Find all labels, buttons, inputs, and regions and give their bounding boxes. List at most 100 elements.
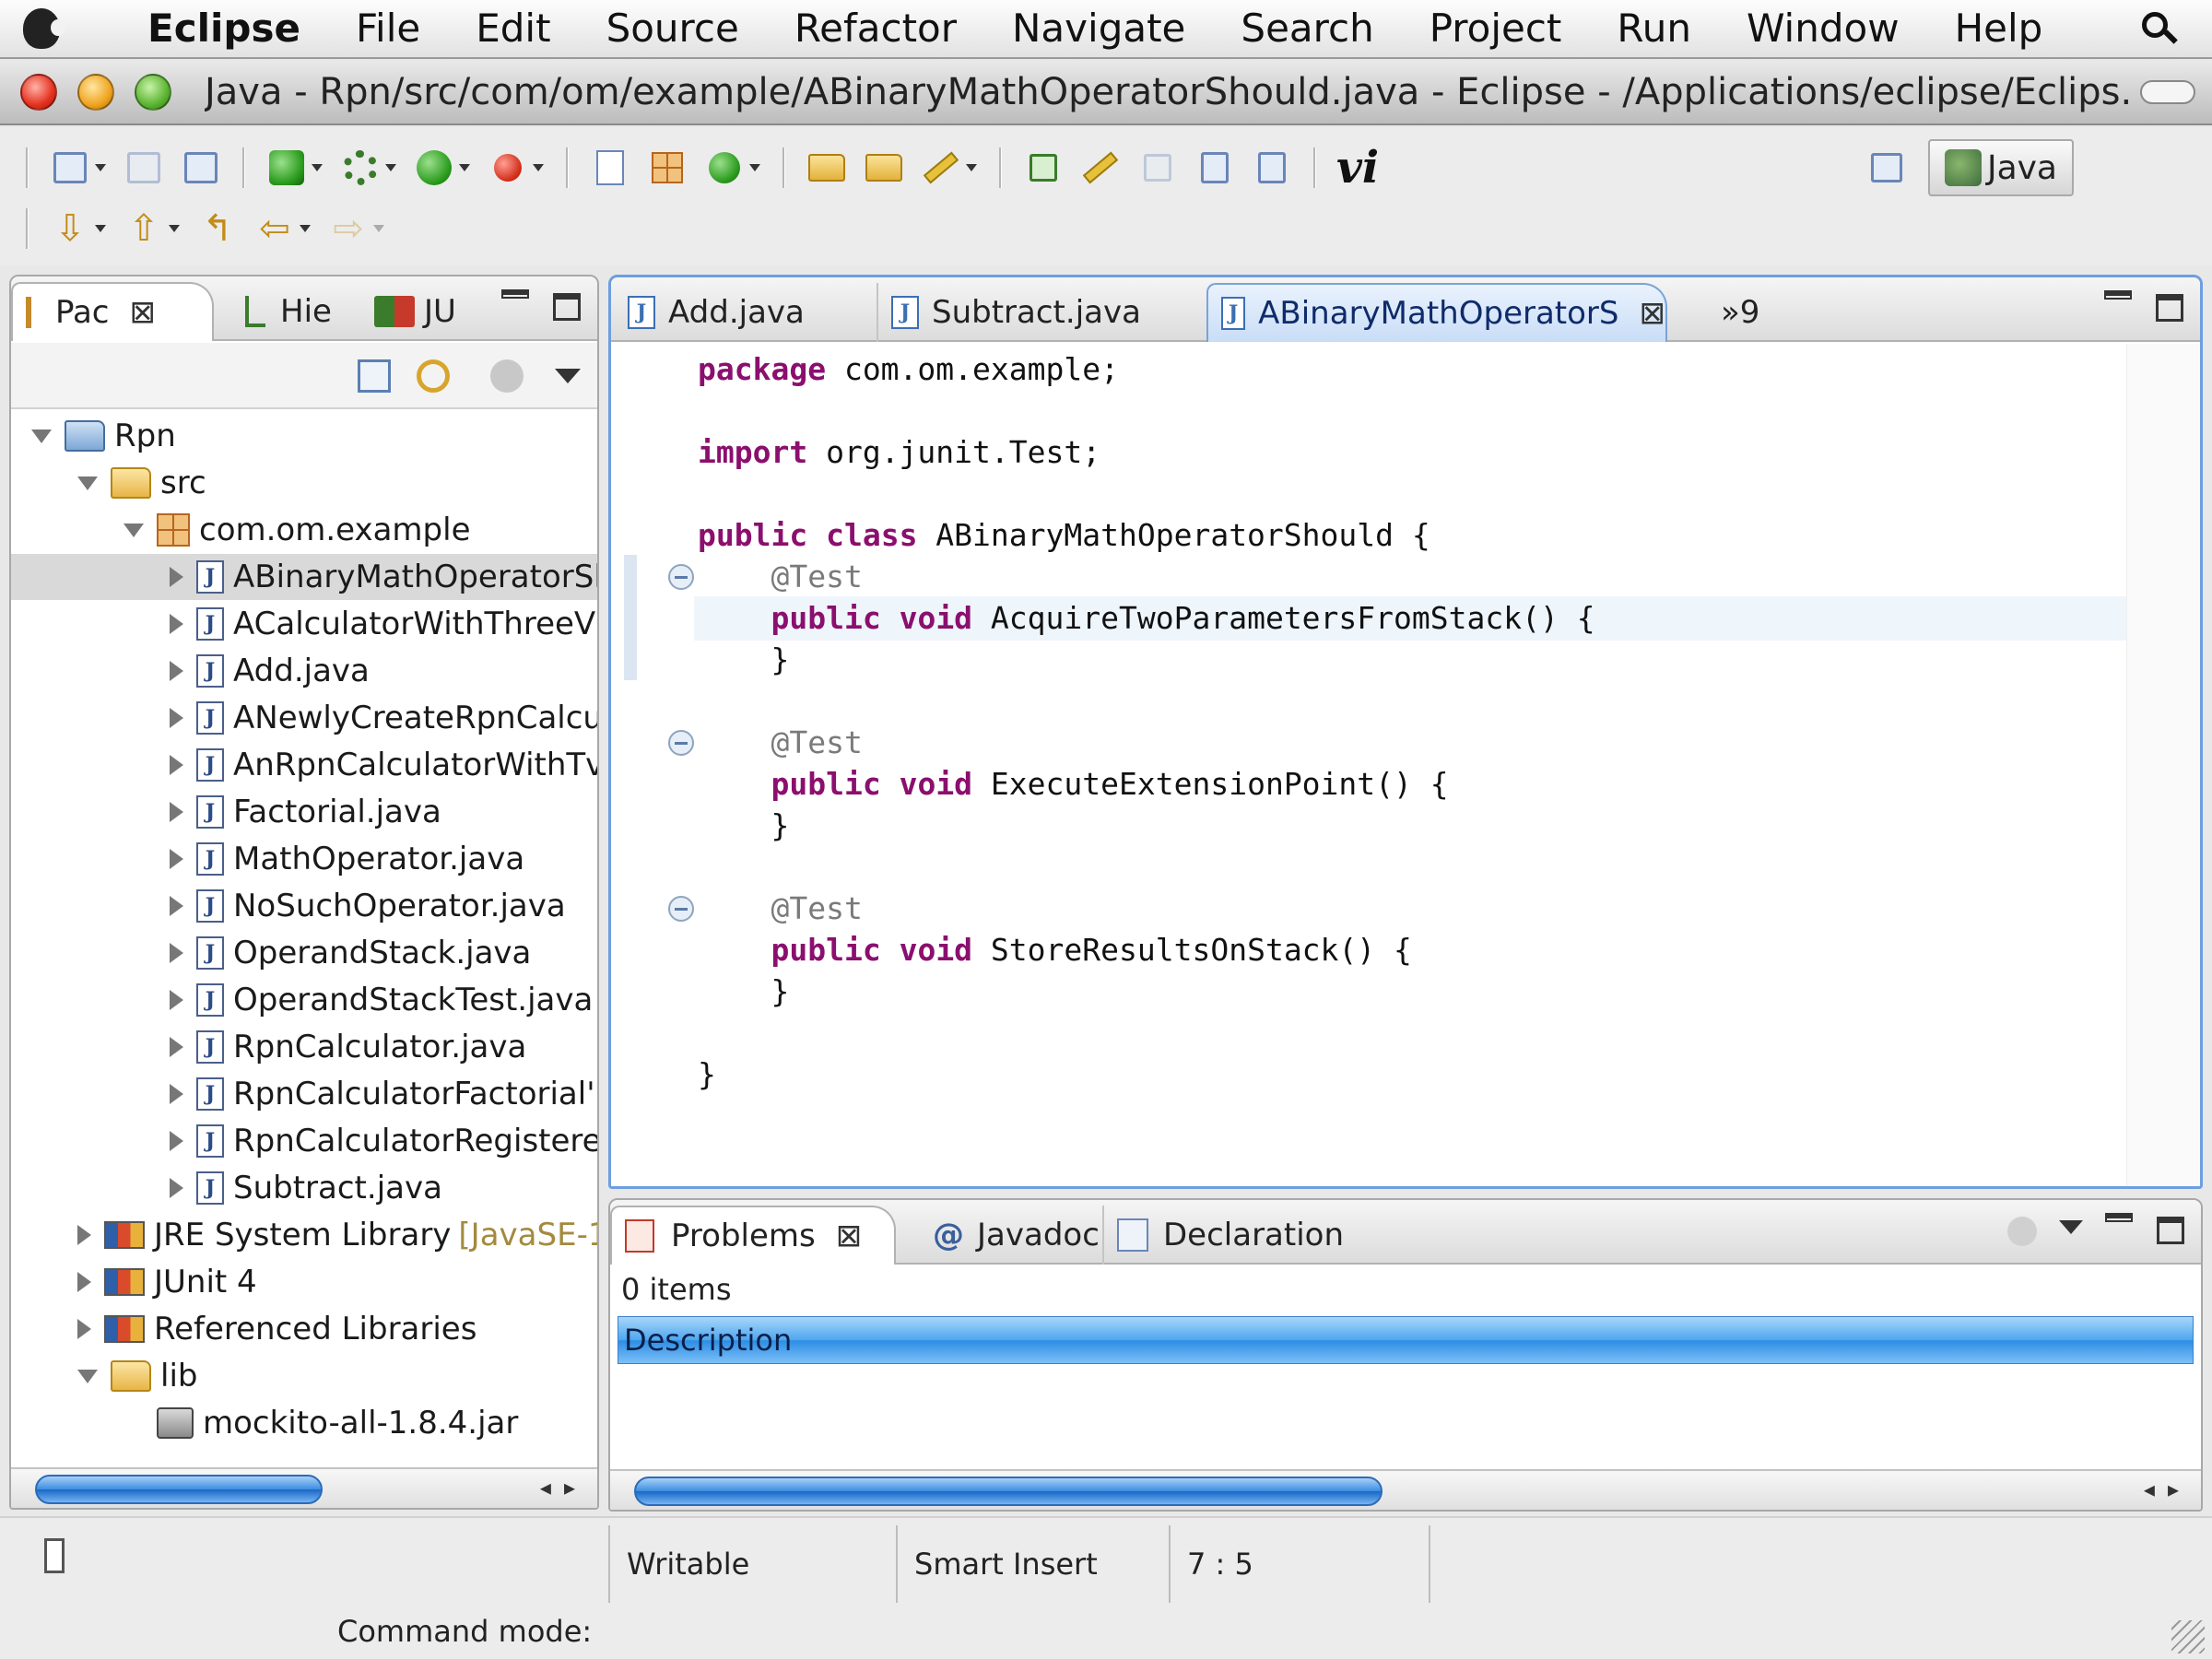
close-icon[interactable]: ⊠: [1640, 295, 1666, 332]
editor-overview-ruler[interactable]: [2126, 344, 2200, 1186]
back-dropdown-arrow[interactable]: [300, 225, 311, 232]
window-zoom-button[interactable]: [135, 74, 171, 111]
back-button[interactable]: ⇦: [252, 206, 298, 252]
menu-file[interactable]: File: [328, 0, 448, 58]
next-annotation-button[interactable]: ⇩: [47, 206, 93, 252]
search-dropdown-arrow[interactable]: [966, 164, 977, 171]
tab-declaration[interactable]: Declaration: [1102, 1206, 1344, 1265]
menu-search[interactable]: Search: [1213, 0, 1401, 58]
collapse-all-icon[interactable]: [358, 359, 391, 393]
tree-item[interactable]: J AnRpnCalculatorWithTv: [11, 742, 597, 788]
minimize-view-icon[interactable]: [501, 289, 529, 299]
problems-horizontal-scrollbar[interactable]: ◂▸: [610, 1469, 2201, 1510]
run-dropdown-arrow[interactable]: [459, 164, 470, 171]
close-icon[interactable]: ⊠: [836, 1218, 863, 1254]
tree-item[interactable]: JUnit 4: [11, 1259, 597, 1305]
collapsed-twisty-icon[interactable]: [170, 1131, 183, 1151]
spotlight-search-icon[interactable]: [2140, 10, 2178, 47]
window-resize-grip[interactable]: [2171, 1620, 2205, 1653]
maximize-editor-icon[interactable]: [2156, 294, 2183, 322]
tree-item[interactable]: J NoSuchOperator.java: [11, 883, 597, 929]
scroll-arrow-icons[interactable]: ◂▸: [2144, 1477, 2192, 1502]
external-tools-dropdown-arrow[interactable]: [533, 164, 544, 171]
expanded-twisty-icon[interactable]: [124, 523, 144, 537]
collapsed-twisty-icon[interactable]: [170, 755, 183, 775]
close-icon[interactable]: ⊠: [130, 294, 157, 331]
tab-add-java[interactable]: J Add.java: [615, 283, 869, 342]
tree-item[interactable]: J RpnCalculatorFactorial': [11, 1071, 597, 1117]
minimize-view-icon[interactable]: [2105, 1213, 2133, 1222]
collapsed-twisty-icon[interactable]: [170, 802, 183, 822]
menu-run[interactable]: Run: [1589, 0, 1719, 58]
menu-refactor[interactable]: Refactor: [767, 0, 984, 58]
tree-item[interactable]: com.om.example: [11, 507, 597, 553]
maximize-view-icon[interactable]: [553, 293, 581, 321]
tree-item[interactable]: J MathOperator.java: [11, 836, 597, 882]
editor-vertical-ruler[interactable]: [611, 344, 694, 1186]
coverage-dropdown-arrow[interactable]: [312, 164, 323, 171]
tree-item[interactable]: lib: [11, 1353, 597, 1399]
perspective-java-button[interactable]: Java: [1927, 139, 2074, 196]
vi-mode-button[interactable]: vi: [1335, 142, 1381, 194]
fold-collapse-icon[interactable]: [668, 564, 694, 590]
new-java-class-button[interactable]: [701, 145, 747, 191]
toggle-highlight-button[interactable]: [1077, 145, 1124, 191]
tab-package-explorer[interactable]: Pac ⊠: [11, 282, 214, 341]
search-button[interactable]: [918, 145, 964, 191]
scrollbar-thumb[interactable]: [35, 1475, 323, 1504]
tree-item[interactable]: J ACalculatorWithThreeV: [11, 601, 597, 647]
tab-abinarymathoperatorshould-java[interactable]: J ABinaryMathOperatorS ⊠: [1206, 283, 1667, 342]
menu-app-eclipse[interactable]: Eclipse: [83, 0, 328, 58]
collapsed-twisty-icon[interactable]: [170, 708, 183, 728]
minimize-editor-icon[interactable]: [2104, 290, 2132, 300]
new-java-package-button[interactable]: [644, 145, 690, 191]
tree-item[interactable]: J RpnCalculatorRegistere: [11, 1118, 597, 1164]
focus-task-icon[interactable]: [2007, 1217, 2037, 1246]
collapsed-twisty-icon[interactable]: [77, 1319, 91, 1339]
tab-problems[interactable]: Problems ⊠: [610, 1206, 896, 1265]
expanded-twisty-icon[interactable]: [77, 1369, 98, 1383]
apple-menu-icon[interactable]: [0, 0, 83, 58]
collapsed-twisty-icon[interactable]: [170, 943, 183, 963]
show-whitespace-button[interactable]: [1192, 145, 1238, 191]
tree-item[interactable]: J OperandStack.java: [11, 930, 597, 976]
forward-button[interactable]: ⇨: [325, 206, 371, 252]
tree-item[interactable]: JRE System Library[JavaSE-1.: [11, 1212, 597, 1258]
link-with-editor-icon[interactable]: [417, 359, 450, 393]
tree-item[interactable]: J ABinaryMathOperatorSl: [11, 554, 597, 600]
menu-source[interactable]: Source: [579, 0, 767, 58]
tree-item[interactable]: J Add.java: [11, 648, 597, 694]
toggle-block-selection-button[interactable]: [1135, 145, 1181, 191]
collapsed-twisty-icon[interactable]: [170, 896, 183, 916]
debug-button[interactable]: [337, 145, 383, 191]
menu-navigate[interactable]: Navigate: [984, 0, 1213, 58]
collapsed-twisty-icon[interactable]: [170, 1037, 183, 1057]
tab-hierarchy[interactable]: Hie: [232, 282, 332, 341]
new-class-dropdown-arrow[interactable]: [749, 164, 760, 171]
window-close-button[interactable]: [20, 74, 57, 111]
open-resource-button[interactable]: [861, 145, 907, 191]
collapsed-twisty-icon[interactable]: [170, 1084, 183, 1104]
focus-task-icon[interactable]: [490, 359, 524, 393]
scroll-arrow-icons[interactable]: ◂▸: [540, 1475, 588, 1500]
collapsed-twisty-icon[interactable]: [170, 614, 183, 634]
collapsed-twisty-icon[interactable]: [170, 990, 183, 1010]
previous-annotation-dropdown-arrow[interactable]: [169, 225, 180, 232]
show-paragraph-button[interactable]: [1249, 145, 1295, 191]
menu-help[interactable]: Help: [1927, 0, 2071, 58]
tab-javadoc[interactable]: @ Javadoc: [920, 1206, 1100, 1265]
tab-subtract-java[interactable]: J Subtract.java: [877, 283, 1162, 342]
problems-column-description[interactable]: Description: [618, 1316, 2194, 1364]
run-button[interactable]: [411, 145, 457, 191]
window-minimize-button[interactable]: [77, 74, 114, 111]
debug-dropdown-arrow[interactable]: [385, 164, 396, 171]
collapsed-twisty-icon[interactable]: [170, 849, 183, 869]
print-button[interactable]: [178, 145, 224, 191]
fold-collapse-icon[interactable]: [668, 896, 694, 922]
collapsed-twisty-icon[interactable]: [170, 661, 183, 681]
last-edit-location-button[interactable]: ↰: [194, 206, 241, 252]
code-text-area[interactable]: package com.om.example; import org.junit.…: [611, 344, 2200, 1186]
collapsed-twisty-icon[interactable]: [170, 1178, 183, 1198]
fold-collapse-icon[interactable]: [668, 730, 694, 756]
tree-item[interactable]: J RpnCalculator.java: [11, 1024, 597, 1070]
